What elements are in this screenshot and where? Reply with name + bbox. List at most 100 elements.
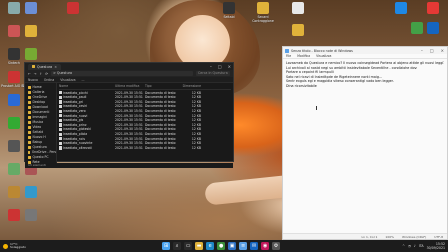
app-icon (25, 48, 37, 60)
minimize-icon[interactable]: – (421, 47, 423, 54)
settings-taskbar-button[interactable]: ⚙ (272, 242, 281, 250)
folder-icon (28, 116, 31, 119)
folder-icon (28, 111, 31, 114)
notepad-title: Senza titolo - Blocco note di Windows (291, 48, 353, 53)
store-taskbar-button[interactable]: ▣ (228, 242, 237, 250)
line-ending: Windows (CRLF) (401, 235, 427, 239)
volume-icon[interactable]: ♪ (414, 244, 416, 248)
menu-item-visualizza[interactable]: Visualizza (316, 54, 331, 58)
minimize-icon[interactable]: – (210, 63, 212, 70)
up-arrow-icon[interactable]: ↑ (40, 72, 43, 76)
menu-item-file[interactable]: File (286, 54, 291, 58)
column-header-name[interactable]: Nome (59, 84, 115, 89)
text-file-icon (59, 128, 62, 132)
desktop-icon[interactable] (18, 25, 44, 38)
desktop-icon[interactable] (420, 2, 446, 15)
chrome-taskbar-button[interactable]: ● (217, 242, 226, 250)
weather-description: Soleggiato (10, 245, 26, 249)
maximize-icon[interactable]: □ (430, 47, 434, 54)
network-icon[interactable]: ◔ (408, 244, 411, 248)
text-file-icon (59, 141, 62, 146)
text-line: Dina ricorsivitabile (286, 83, 317, 88)
app-icon (25, 186, 37, 198)
clock[interactable]: 15:52 30/09/2021 (427, 242, 445, 250)
explorer-taskbar-button[interactable]: ▬ (195, 242, 204, 250)
explorer-status-bar: 13 elementi (25, 163, 233, 168)
text-file-icon (59, 95, 62, 100)
forward-arrow-icon[interactable]: → (34, 72, 37, 76)
desktop-icon[interactable] (60, 2, 86, 15)
desktop-icon[interactable] (18, 209, 44, 222)
document-icon (292, 2, 304, 14)
folder-icon (28, 121, 31, 124)
desktop-icon[interactable]: Secard Contraggione (250, 2, 276, 23)
desktop-icon-label: Seitald (223, 15, 235, 19)
command-2[interactable]: Visualizza (60, 78, 75, 82)
desktop-icon[interactable]: Seitald (216, 2, 242, 19)
command-1[interactable]: Ordina (44, 78, 54, 82)
column-header-type[interactable]: Tipo (145, 84, 181, 89)
folder-icon (28, 151, 31, 154)
search-button[interactable]: ⌕ (173, 242, 182, 250)
desktop-icon[interactable] (388, 2, 414, 15)
file-list-header: Nome Ultima modifica Tipo Dimensione (59, 84, 231, 90)
file-size: 12 KB (191, 145, 201, 150)
photos-taskbar-button[interactable]: ◉ (261, 242, 270, 250)
file-explorer-window[interactable]: Questura × – □ × ← → ↑ ⟳ > Questura Cerc… (24, 62, 234, 168)
notepad-window[interactable]: Senza titolo - Blocco note di Windows – … (282, 46, 448, 240)
folder-icon (28, 91, 31, 94)
zoom-level: 100% (385, 235, 394, 239)
explorer-tab-title: Questura (37, 64, 53, 69)
notepad-title-bar: Senza titolo - Blocco note di Windows – … (283, 47, 447, 54)
folder-icon (28, 141, 31, 144)
notepad-taskbar-button[interactable]: ≡ (239, 242, 248, 250)
task-view-button[interactable]: ▭ (184, 242, 193, 250)
close-icon[interactable]: × (228, 63, 231, 70)
maximize-icon[interactable]: □ (218, 63, 222, 70)
notepad-window-controls: – □ × (421, 47, 444, 54)
command-0[interactable]: Nuovo (28, 78, 38, 82)
text-file-icon (59, 114, 62, 118)
folder-icon (292, 24, 304, 36)
app-icon (25, 209, 37, 221)
desktop-icon[interactable] (18, 2, 44, 15)
back-arrow-icon[interactable]: ← (28, 72, 31, 76)
weather-widget[interactable]: 17°C Soleggiato (0, 242, 40, 250)
folder-icon (28, 101, 31, 104)
explorer-search-input[interactable]: Cerca in Questura (196, 71, 230, 76)
explorer-tab-bar: Questura × – □ × (25, 63, 233, 70)
folder-icon (28, 136, 31, 139)
address-path-field[interactable]: > Questura (51, 71, 193, 76)
desktop-icon[interactable] (18, 186, 44, 199)
file-name-cell: insediato_oltrevoti (59, 146, 115, 151)
desktop-icon[interactable] (285, 24, 311, 37)
command-3[interactable]: ... (82, 78, 85, 82)
text-file-icon (59, 105, 62, 109)
folder-icon (28, 126, 31, 129)
close-icon[interactable]: × (54, 64, 57, 70)
file-row[interactable]: insediato_oltrevoti 2021-09-30 15:51 Docum… (59, 146, 231, 151)
app-icon (427, 2, 439, 14)
edge-taskbar-button[interactable]: e (206, 242, 215, 250)
refresh-icon[interactable]: ⟳ (45, 72, 48, 76)
column-header-size[interactable]: Dimensione (181, 84, 201, 89)
explorer-navigation-pane: Home Galleria OneDrive Desktop Download Docum… (25, 83, 57, 164)
explorer-tab[interactable]: Questura × (28, 63, 61, 70)
desktop-icon[interactable] (18, 48, 44, 61)
chevron-up-icon[interactable]: ^ (402, 244, 405, 248)
folder-icon (28, 86, 31, 89)
desktop-icon[interactable] (420, 22, 446, 35)
close-icon[interactable]: × (441, 47, 444, 54)
mail-taskbar-button[interactable]: ✉ (250, 242, 259, 250)
text-file-icon (59, 132, 62, 136)
desktop-icon[interactable] (285, 2, 311, 15)
text-file-icon (59, 109, 62, 113)
menu-item-modifica[interactable]: Modifica (297, 54, 310, 58)
column-header-date[interactable]: Ultima modifica (115, 84, 145, 89)
start-button[interactable]: ⊞ (162, 242, 171, 250)
file-type: Documento di testo (145, 145, 176, 150)
app-icon (25, 2, 37, 14)
notepad-text-area[interactable]: Lovasmeb da Questura e nemico? Il nuovo … (283, 59, 447, 91)
folder-icon (28, 96, 31, 99)
keyboard-language[interactable]: ITA (419, 244, 424, 248)
